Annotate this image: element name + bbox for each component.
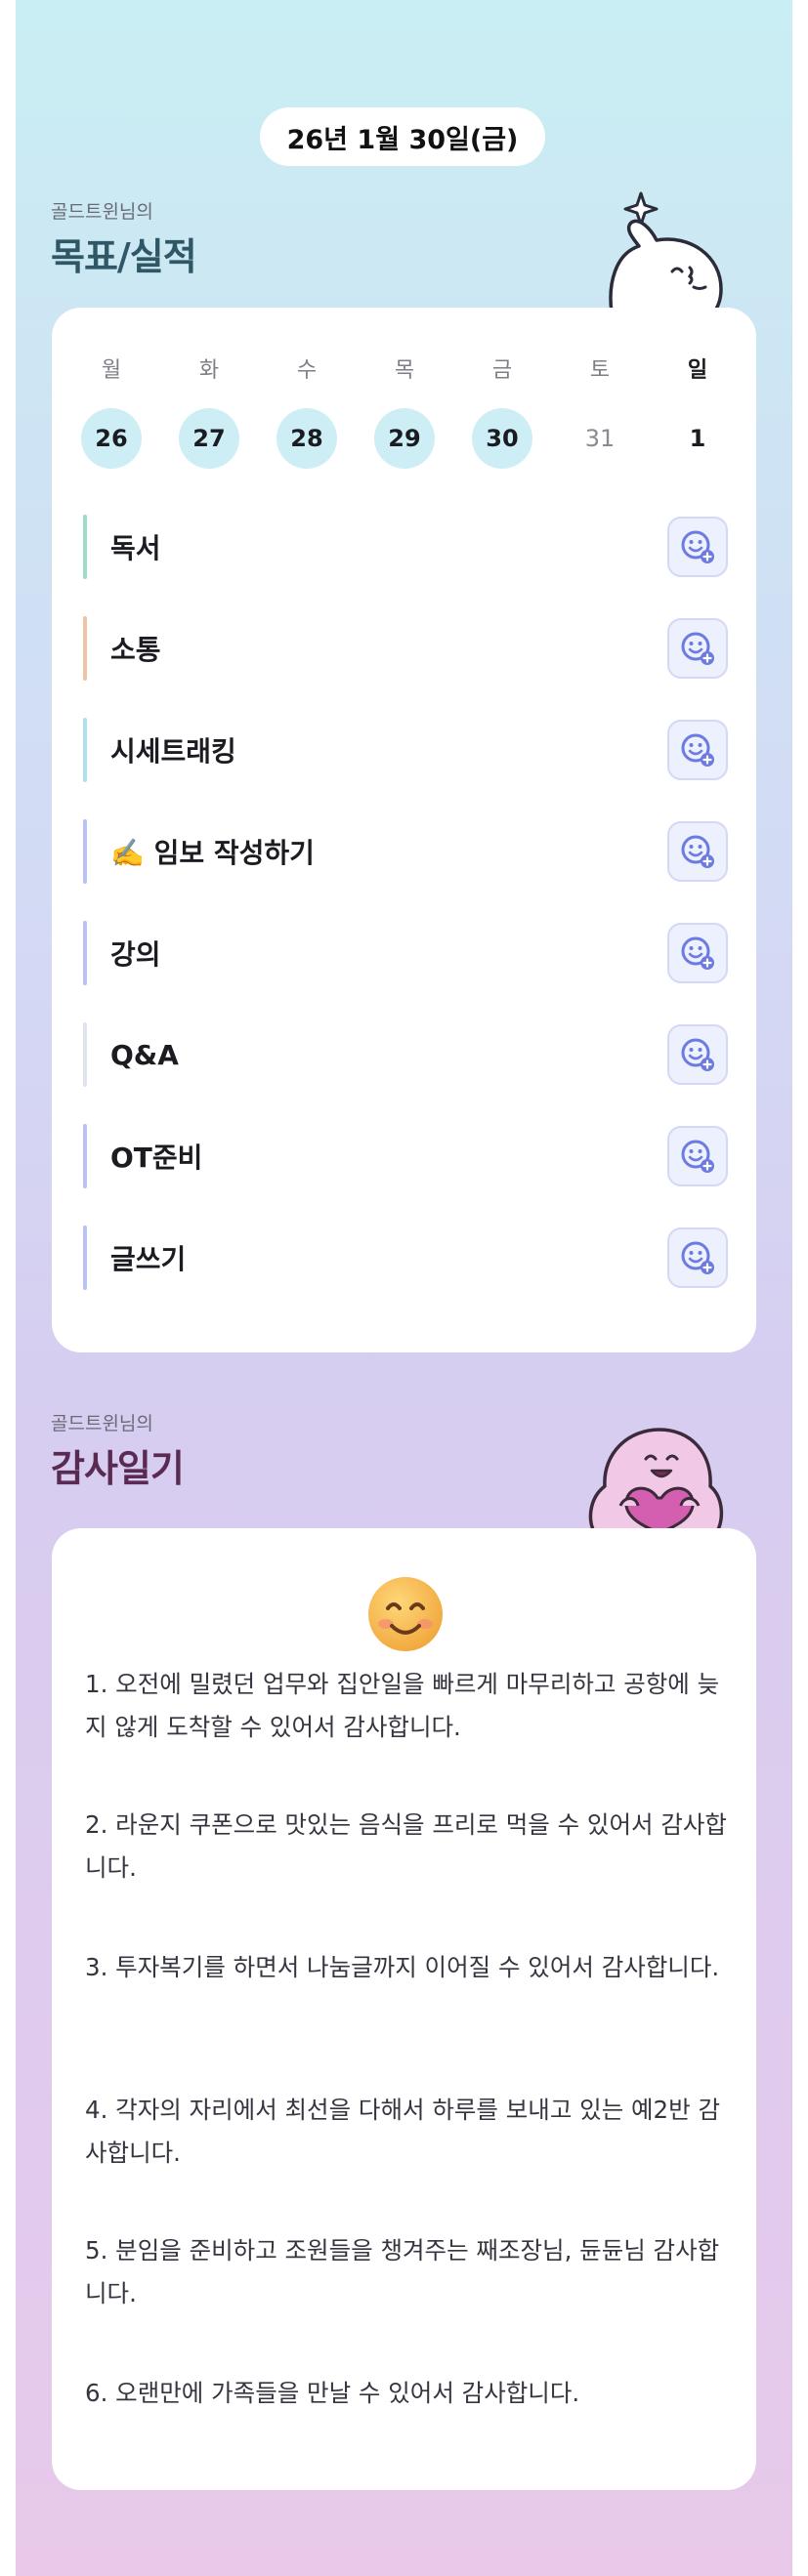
- weekday-label: 수: [296, 358, 318, 383]
- date-badge[interactable]: 26년 1월 30일(금): [260, 107, 545, 166]
- goals-owner-label: 골드트윈님의: [51, 201, 153, 223]
- day-row: 26 27 28 29 30 31 1: [63, 406, 767, 471]
- goals-section-title: 목표/실적: [51, 235, 197, 278]
- goal-item[interactable]: 강의: [83, 921, 728, 985]
- calendar-day[interactable]: 30: [472, 408, 532, 469]
- smile-add-icon: [681, 530, 714, 563]
- weekday-label: 목: [394, 358, 415, 383]
- weekday-label: 화: [198, 358, 220, 383]
- goal-label: 글쓰기: [110, 1243, 187, 1275]
- weekday-label: 금: [491, 358, 513, 383]
- goal-item[interactable]: 소통: [83, 616, 728, 681]
- smile-add-icon: [681, 936, 714, 970]
- gratitude-entry: 1. 오전에 밀렸던 업무와 집안일을 빠르게 마무리하고 공항에 늦지 않게 …: [85, 1670, 720, 1741]
- goal-item[interactable]: Q&A: [83, 1022, 728, 1087]
- calendar-day[interactable]: 1: [667, 408, 728, 469]
- goal-color-bar: [83, 515, 87, 579]
- goal-item[interactable]: ✍️ 임보 작성하기: [83, 819, 728, 884]
- goal-item[interactable]: 독서: [83, 515, 728, 579]
- waving-ghost-mascot-icon: [609, 191, 723, 312]
- goal-color-bar: [83, 1226, 87, 1290]
- gratitude-entry: 3. 투자복기를 하면서 나눔글까지 이어질 수 있어서 감사합니다.: [85, 1953, 720, 1981]
- gratitude-entry: 6. 오랜만에 가족들을 만날 수 있어서 감사합니다.: [85, 2379, 580, 2407]
- goal-label: 독서: [110, 532, 161, 564]
- goal-color-bar: [83, 921, 87, 985]
- weekday-label: 토: [589, 358, 611, 383]
- goal-label: Q&A: [110, 1038, 179, 1071]
- weekday-label: 월: [101, 358, 122, 383]
- calendar-day[interactable]: 31: [570, 408, 630, 469]
- gratitude-entry: 4. 각자의 자리에서 최선을 다해서 하루를 보내고 있는 예2반 감사합니다…: [85, 2096, 721, 2167]
- smile-add-icon: [681, 1241, 714, 1274]
- gratitude-entry: 5. 분임을 준비하고 조원들을 챙겨주는 째조장님, 듄듄님 감사합니다.: [85, 2236, 720, 2307]
- goal-label: OT준비: [110, 1142, 203, 1174]
- add-reaction-button[interactable]: [667, 720, 728, 780]
- weekday-label: 일: [687, 358, 708, 383]
- page-background: 26년 1월 30일(금) 골드트윈님의 목표/실적 월 화 수 목 금 토 일…: [16, 0, 792, 2576]
- smiling-face-icon: [368, 1577, 443, 1651]
- weekday-row: 월 화 수 목 금 토 일: [63, 349, 767, 388]
- gratitude-section-title: 감사일기: [51, 1447, 185, 1490]
- goal-item[interactable]: 글쓰기: [83, 1226, 728, 1290]
- heart-hugging-mascot-icon: [588, 1428, 724, 1533]
- goals-card: 월 화 수 목 금 토 일 26 27 28 29 30 31 1 독서소통시세…: [52, 308, 756, 1352]
- calendar-day[interactable]: 29: [374, 408, 435, 469]
- goal-color-bar: [83, 616, 87, 681]
- gratitude-owner-label: 골드트윈님의: [51, 1413, 153, 1434]
- add-reaction-button[interactable]: [667, 821, 728, 882]
- goal-color-bar: [83, 1124, 87, 1188]
- add-reaction-button[interactable]: [667, 1024, 728, 1085]
- smile-add-icon: [681, 632, 714, 665]
- add-reaction-button[interactable]: [667, 618, 728, 679]
- calendar-day[interactable]: 26: [81, 408, 142, 469]
- gratitude-entry: 2. 라운지 쿠폰으로 맛있는 음식을 프리로 먹을 수 있어서 감사합니다.: [85, 1810, 727, 1882]
- goal-label: ✍️ 임보 작성하기: [110, 837, 315, 869]
- add-reaction-button[interactable]: [667, 1126, 728, 1186]
- smile-add-icon: [681, 835, 714, 868]
- goal-item[interactable]: OT준비: [83, 1124, 728, 1188]
- calendar-day[interactable]: 27: [179, 408, 239, 469]
- add-reaction-button[interactable]: [667, 1227, 728, 1288]
- smile-add-icon: [681, 1140, 714, 1173]
- goal-label: 강의: [110, 938, 161, 971]
- goal-color-bar: [83, 1022, 87, 1087]
- goal-label: 소통: [110, 634, 161, 666]
- gratitude-card: 1. 오전에 밀렸던 업무와 집안일을 빠르게 마무리하고 공항에 늦지 않게 …: [52, 1528, 756, 2490]
- goal-label: 시세트래킹: [110, 735, 236, 768]
- smile-add-icon: [681, 733, 714, 767]
- calendar-day[interactable]: 28: [276, 408, 337, 469]
- goal-color-bar: [83, 718, 87, 782]
- add-reaction-button[interactable]: [667, 517, 728, 577]
- goal-color-bar: [83, 819, 87, 884]
- smile-add-icon: [681, 1038, 714, 1071]
- add-reaction-button[interactable]: [667, 923, 728, 983]
- goal-item[interactable]: 시세트래킹: [83, 718, 728, 782]
